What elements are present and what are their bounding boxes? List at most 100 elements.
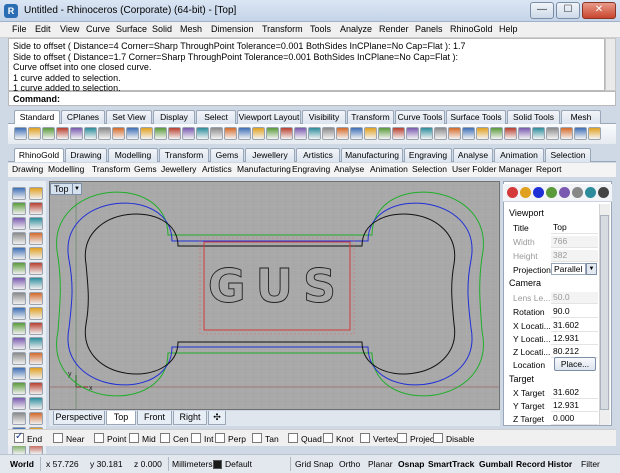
osnap-int-checkbox[interactable] (191, 433, 201, 443)
menu-dimension[interactable]: Dimension (211, 24, 254, 34)
palette-tool-icon[interactable] (29, 202, 43, 215)
osnap-point-label[interactable]: Point (107, 434, 126, 444)
tab-right[interactable]: Right (173, 411, 207, 425)
properties-page-icon[interactable] (533, 187, 544, 198)
osnap-disable-checkbox[interactable] (433, 433, 443, 443)
prop-ytarget-value[interactable]: 12.931 (551, 400, 598, 412)
tab-surface-tools[interactable]: Surface Tools (446, 110, 506, 124)
viewport-title[interactable]: Top (50, 183, 73, 195)
toolbar-tool-icon[interactable] (378, 127, 391, 140)
osnap-near-checkbox[interactable] (53, 433, 63, 443)
viewport-canvas[interactable]: y x GUS (50, 182, 500, 410)
osnap-end-checkbox[interactable] (14, 431, 24, 443)
units[interactable]: Millimeters (172, 459, 213, 469)
toolbar-tool-icon[interactable] (462, 127, 475, 140)
osnap-project-checkbox[interactable] (397, 433, 407, 443)
toolbar-tool-icon[interactable] (406, 127, 419, 140)
palette-tool-icon[interactable] (29, 337, 43, 350)
tab-analyse[interactable]: Analyse (453, 148, 493, 162)
tab-selection[interactable]: Selection (545, 148, 591, 162)
toolbar-tool-icon[interactable] (434, 127, 447, 140)
minimize-button[interactable]: — (530, 2, 554, 19)
osnap-vertex-label[interactable]: Vertex (373, 434, 397, 444)
osnap-cen-label[interactable]: Cen (173, 434, 189, 444)
tb-drawing[interactable]: Drawing (12, 164, 43, 174)
properties-scroll-thumb[interactable] (600, 215, 609, 410)
osnap-quad-checkbox[interactable] (288, 433, 298, 443)
tab-manufacturing[interactable]: Manufacturing (341, 148, 403, 162)
tab-gems[interactable]: Gems (210, 148, 244, 162)
toolbar-tool-icon[interactable] (532, 127, 545, 140)
palette-tool-icon[interactable] (29, 367, 43, 380)
menu-mesh[interactable]: Mesh (180, 24, 202, 34)
layer-color-icon[interactable] (213, 460, 222, 469)
toolbar-tool-icon[interactable] (154, 127, 167, 140)
osnap-quad-label[interactable]: Quad (301, 434, 322, 444)
osnap-knot-label[interactable]: Knot (336, 434, 354, 444)
toolbar-tool-icon[interactable] (490, 127, 503, 140)
toolbar-tool-icon[interactable] (168, 127, 181, 140)
properties-page-icon[interactable] (572, 187, 583, 198)
toolbar-tool-icon[interactable] (238, 127, 251, 140)
toolbar-tool-icon[interactable] (140, 127, 153, 140)
palette-tool-icon[interactable] (29, 217, 43, 230)
tb-jewellery[interactable]: Jewellery (161, 164, 196, 174)
tab-select[interactable]: Select (196, 110, 236, 124)
palette-tool-icon[interactable] (29, 247, 43, 260)
toolbar-tool-icon[interactable] (182, 127, 195, 140)
tb-manufacturing[interactable]: Manufacturing (237, 164, 291, 174)
menu-analyze[interactable]: Analyze (340, 24, 372, 34)
tab-drawing[interactable]: Drawing (65, 148, 107, 162)
cplane-world[interactable]: World (10, 459, 34, 469)
osnap-perp-label[interactable]: Perp (228, 434, 246, 444)
properties-page-icon[interactable] (507, 187, 518, 198)
toolbar-tool-icon[interactable] (196, 127, 209, 140)
gumball-toggle[interactable]: Gumball (479, 459, 513, 469)
osnap-tan-checkbox[interactable] (252, 433, 262, 443)
add-viewport-tab-icon[interactable]: ✣ (208, 411, 226, 425)
osnap-cen-checkbox[interactable] (160, 433, 170, 443)
palette-tool-icon[interactable] (12, 187, 26, 200)
tb-report[interactable]: Report (536, 164, 562, 174)
prop-projection-select[interactable]: Parallel (551, 263, 586, 275)
osnap-end-label[interactable]: End (27, 434, 42, 444)
tab-display[interactable]: Display (153, 110, 195, 124)
toolbar-tool-icon[interactable] (308, 127, 321, 140)
toolbar-tool-icon[interactable] (420, 127, 433, 140)
menu-surface[interactable]: Surface (116, 24, 147, 34)
toolbar-tool-icon[interactable] (350, 127, 363, 140)
toolbar-tool-icon[interactable] (42, 127, 55, 140)
prop-xloc-value[interactable]: 31.602 (551, 320, 598, 332)
palette-tool-icon[interactable] (29, 262, 43, 275)
toolbar-tool-icon[interactable] (70, 127, 83, 140)
toolbar-tool-icon[interactable] (364, 127, 377, 140)
palette-tool-icon[interactable] (12, 262, 26, 275)
osnap-point-checkbox[interactable] (94, 433, 104, 443)
osnap-near-label[interactable]: Near (66, 434, 84, 444)
tab-visibility[interactable]: Visibility (302, 110, 346, 124)
smarttrack-toggle[interactable]: SmartTrack (428, 459, 474, 469)
record-history-toggle[interactable]: Record Histor (516, 459, 572, 469)
menu-solid[interactable]: Solid (152, 24, 172, 34)
command-input[interactable] (61, 93, 601, 104)
viewport-menu-arrow-icon[interactable]: ▼ (73, 183, 82, 195)
toolbar-tool-icon[interactable] (84, 127, 97, 140)
tab-curve-tools[interactable]: Curve Tools (395, 110, 445, 124)
prop-title-value[interactable]: Top (551, 222, 598, 234)
tab-cplanes[interactable]: CPlanes (61, 110, 105, 124)
osnap-disable-label[interactable]: Disable (446, 434, 474, 444)
toolbar-tool-icon[interactable] (126, 127, 139, 140)
toolbar-tool-icon[interactable] (518, 127, 531, 140)
properties-page-icon[interactable] (585, 187, 596, 198)
menu-edit[interactable]: Edit (35, 24, 51, 34)
menu-curve[interactable]: Curve (86, 24, 110, 34)
tab-solid-tools[interactable]: Solid Tools (507, 110, 560, 124)
palette-tool-icon[interactable] (29, 187, 43, 200)
tab-jewellery[interactable]: Jewellery (245, 148, 295, 162)
osnap-mid-checkbox[interactable] (129, 433, 139, 443)
menu-render[interactable]: Render (379, 24, 409, 34)
tab-mesh[interactable]: Mesh (561, 110, 601, 124)
palette-tool-icon[interactable] (12, 412, 26, 425)
palette-tool-icon[interactable] (29, 277, 43, 290)
toolbar-tool-icon[interactable] (476, 127, 489, 140)
